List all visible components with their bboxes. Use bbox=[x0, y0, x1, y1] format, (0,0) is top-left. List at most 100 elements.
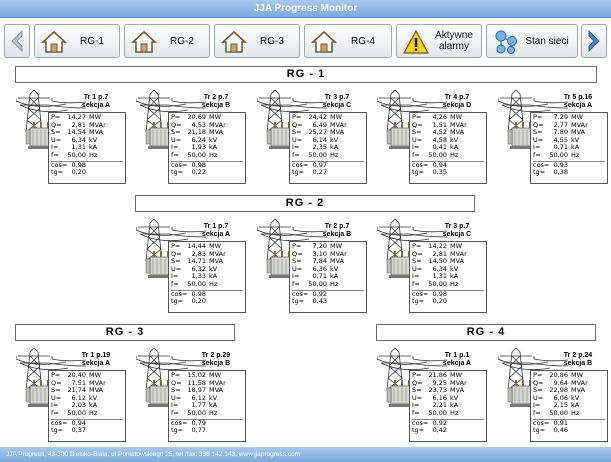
reading-I: I= 2,21 kA bbox=[412, 402, 484, 410]
reading-U: U= 6,36 kV bbox=[292, 265, 364, 274]
transformer-panel[interactable]: Tr 3 p.7 sekcja C P= 24,42 MW Q= 6,49 MVAr S= 25,… bbox=[257, 88, 369, 186]
measurement-box: P= 20,86 MW Q= 9,64 MVAr S= 22,98 MVA U= 6,06 kV I= 2… bbox=[530, 370, 608, 442]
reading-label: f= bbox=[51, 408, 59, 417]
measurement-box: P= 24,42 MW Q= 6,49 MVAr S= 25,27 MVA U= 6,14 kV I= 2… bbox=[289, 112, 367, 184]
nav-button-label: RG-3 bbox=[260, 35, 284, 47]
reading-Q: Q= 9,25 MVAr bbox=[412, 379, 484, 388]
reading-f: f= 50,00 Hz bbox=[51, 150, 123, 160]
reading-tg: tg= 0,20 bbox=[171, 298, 243, 306]
home-icon bbox=[131, 30, 157, 53]
reading-U: U= 6,12 kV bbox=[171, 394, 243, 403]
reading-I: I= 1,93 kA bbox=[171, 144, 243, 152]
measurement-box: P= 7,20 MW Q= 3,10 MVAr S= 7,84 MVA U= 6,36 kV I= 0,7… bbox=[289, 241, 367, 313]
transformer-panel[interactable]: Tr 5 p.16 sekcja A P= 7,29 MW Q= 2,77 MVAr S= 7,8… bbox=[498, 88, 610, 186]
nav-button-rg3[interactable]: RG-3 bbox=[214, 24, 300, 58]
transformer-panel[interactable]: Tr 2 p.7 sekcja B P= 7,20 MW Q= 3,10 MVAr S= 7,84… bbox=[257, 217, 369, 315]
app-title-bar: JJA Progress Monitor bbox=[0, 0, 611, 18]
transformer-panel[interactable]: Tr 2 p.7 sekcja B P= 20,69 MW Q= 4,53 MVAr S= 21,… bbox=[136, 88, 248, 186]
reading-P: P= 7,29 MW bbox=[533, 113, 605, 122]
reading-f: f= 50,00 Hz bbox=[412, 280, 484, 289]
reading-unit: Hz bbox=[89, 408, 98, 417]
warning-icon bbox=[403, 29, 429, 54]
reading-label: tg= bbox=[292, 297, 305, 306]
transformer-name: Tr 1 p.7 bbox=[203, 223, 229, 230]
reading-U: U= 6,14 kV bbox=[292, 136, 364, 145]
reading-U: U= 6,34 kV bbox=[51, 136, 123, 145]
reading-S: S= 14,71 MVA bbox=[171, 258, 243, 266]
reading-label: f= bbox=[292, 150, 300, 159]
previous-arrow-button[interactable] bbox=[4, 24, 30, 58]
reading-label: tg= bbox=[171, 168, 184, 177]
measurement-box: P= 14,27 MW Q= 2,81 MVAr S= 14,54 MVA U= 6,34 kV I= 1… bbox=[48, 112, 126, 184]
transformer-section: sekcja A bbox=[442, 360, 472, 367]
reading-label: tg= bbox=[412, 297, 425, 306]
reading-tg: tg= 0,37 bbox=[51, 427, 123, 435]
reading-S: S= 21,74 MVA bbox=[51, 387, 123, 395]
next-arrow-button[interactable] bbox=[581, 24, 607, 58]
reading-I: I= 2,35 kA bbox=[292, 144, 364, 152]
transformer-header: Tr 1 p.1 sekcja A bbox=[427, 352, 487, 368]
transformer-panel[interactable]: Tr 2 p.29 sekcja B P= 15,02 MW Q= 11,58 MVAr S= 1… bbox=[136, 346, 248, 444]
transformer-panel[interactable]: Tr 1 p.7 sekcja A P= 14,27 MW Q= 2,81 MVAr S= 14,… bbox=[16, 88, 128, 186]
transformer-section: sekcja D bbox=[442, 102, 472, 109]
transformer-name: Tr 2 p.24 bbox=[563, 352, 593, 359]
reading-Q: Q= 2,83 MVAr bbox=[171, 250, 243, 259]
transformer-name: Tr 1 p.7 bbox=[83, 94, 109, 101]
transformer-panel[interactable]: Tr 1 p.7 sekcja A P= 14,44 MW Q= 2,83 MVAr S= 14,… bbox=[136, 217, 248, 315]
reading-f: f= 50,00 Hz bbox=[292, 279, 364, 289]
transformer-panel[interactable]: Tr 3 p.7 sekcja C P= 14,22 MW Q= 2,81 MVAr S= 14,… bbox=[377, 217, 489, 315]
transformer-panel[interactable]: Tr 1 p.1 sekcja A P= 21,86 MW Q= 9,25 MVAr S= 23,… bbox=[377, 346, 489, 444]
reading-Q: Q= 1,51 MVAr bbox=[412, 121, 484, 130]
chevron-right-icon bbox=[588, 30, 600, 52]
measurement-box: P= 20,40 MW Q= 7,51 MVAr S= 21,74 MVA U= 6,12 kV I= 2… bbox=[48, 370, 126, 442]
reading-U: U= 4,55 kV bbox=[533, 136, 605, 145]
transformer-header: Tr 5 p.16 sekcja A bbox=[548, 94, 608, 110]
reading-S: S= 7,80 MVA bbox=[533, 129, 605, 137]
nav-button-active-alarms[interactable]: Aktywne alarmy bbox=[396, 24, 482, 58]
reading-tg: tg= 0,42 bbox=[412, 427, 484, 435]
nav-button-rg1[interactable]: RG-1 bbox=[34, 24, 120, 58]
measurement-box: P= 14,22 MW Q= 2,81 MVAr S= 14,50 MVA U= 6,34 kV I= 1… bbox=[409, 241, 487, 313]
reading-unit: Hz bbox=[209, 279, 218, 288]
reading-value: 50,00 bbox=[187, 408, 206, 417]
reading-unit: Hz bbox=[209, 408, 218, 417]
reading-f: f= 50,00 Hz bbox=[533, 408, 605, 418]
measurement-box: P= 15,02 MW Q= 11,58 MVAr S= 18,97 MVA U= 6,12 kV I=… bbox=[168, 370, 246, 442]
reading-P: P= 20,86 MW bbox=[533, 371, 605, 380]
reading-label: tg= bbox=[533, 426, 546, 435]
reading-value: 50,00 bbox=[187, 279, 206, 288]
reading-value: 0,38 bbox=[553, 168, 568, 177]
measurement-box: P= 14,44 MW Q= 2,83 MVAr S= 14,71 MVA U= 6,32 kV I= 1… bbox=[168, 241, 246, 313]
reading-I: I= 1,31 kA bbox=[412, 273, 484, 281]
reading-unit: Hz bbox=[450, 408, 459, 417]
reading-value: 50,00 bbox=[549, 150, 568, 159]
reading-value: 50,00 bbox=[187, 150, 206, 159]
nav-button-network-status[interactable]: Stan sieci bbox=[486, 24, 578, 58]
reading-unit: Hz bbox=[89, 150, 98, 159]
reading-label: f= bbox=[533, 408, 541, 417]
reading-value: 50,00 bbox=[67, 408, 86, 417]
reading-P: P= 15,02 MW bbox=[171, 371, 243, 380]
nav-button-rg2[interactable]: RG-2 bbox=[124, 24, 210, 58]
nav-button-label: RG-2 bbox=[170, 35, 194, 47]
transformer-panel[interactable]: Tr 2 p.24 sekcja B P= 20,86 MW Q= 9,64 MVAr S= 22… bbox=[498, 346, 610, 444]
transformer-header: Tr 3 p.7 sekcja C bbox=[427, 223, 487, 239]
reading-tg: tg= 0,22 bbox=[171, 169, 243, 177]
reading-S: S= 21,18 MVA bbox=[171, 129, 243, 137]
transformer-name: Tr 2 p.7 bbox=[324, 223, 350, 230]
group-title-rg2: RG - 2 bbox=[135, 195, 475, 212]
transformer-name: Tr 1 p.19 bbox=[81, 352, 111, 359]
transformer-panel[interactable]: Tr 1 p.19 sekcja A P= 20,40 MW Q= 7,51 MVAr S= 21… bbox=[16, 346, 128, 444]
transformer-name: Tr 2 p.29 bbox=[201, 352, 231, 359]
nav-button-rg4[interactable]: RG-4 bbox=[304, 24, 392, 58]
group-title-rg1: RG - 1 bbox=[15, 66, 597, 83]
reading-I: I= 1,31 kA bbox=[51, 144, 123, 152]
transformer-panel[interactable]: Tr 4 p.7 sekcja D P= 4,26 MW Q= 1,51 MVAr S= 4,52… bbox=[377, 88, 489, 186]
reading-unit: Hz bbox=[571, 150, 580, 159]
reading-label: f= bbox=[292, 279, 300, 288]
reading-value: 0,35 bbox=[432, 168, 447, 177]
transformer-section: sekcja B bbox=[201, 360, 231, 367]
reading-Q: Q= 2,81 MVAr bbox=[412, 250, 484, 259]
reading-value: 50,00 bbox=[308, 279, 327, 288]
reading-label: tg= bbox=[292, 168, 305, 177]
